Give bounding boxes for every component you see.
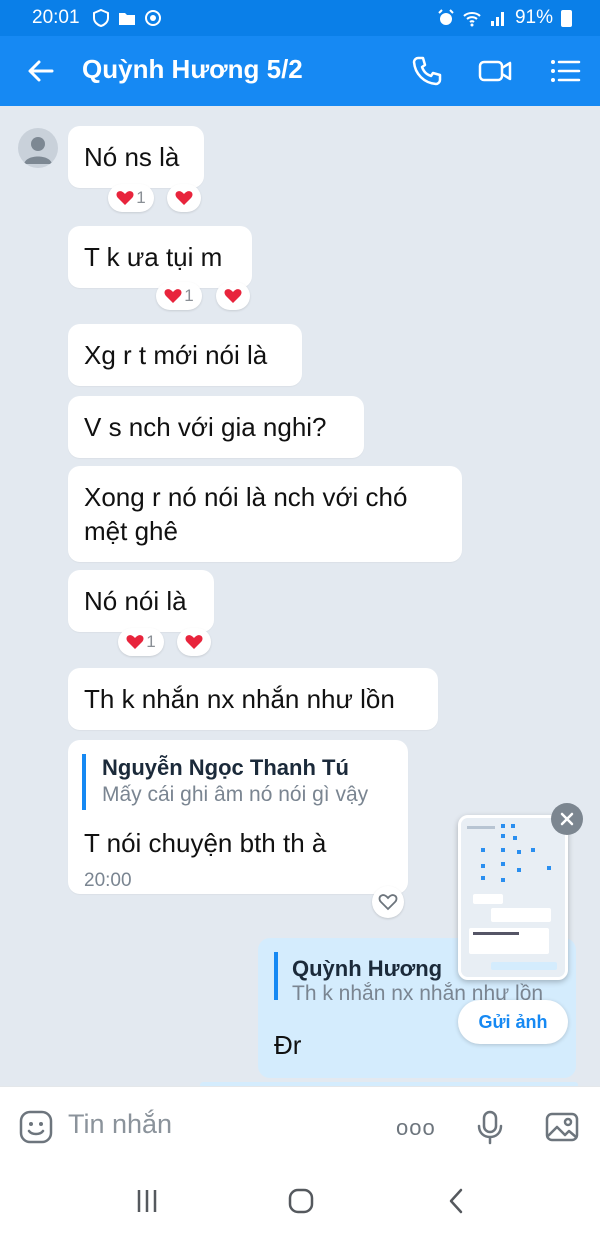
message-composer: Tin nhắn ooo — [0, 1086, 600, 1168]
send-photo-button[interactable]: Gửi ảnh — [458, 1000, 568, 1044]
screenshot-thumbnail[interactable] — [458, 815, 568, 980]
message-text: T k ưa tụi m — [84, 242, 223, 272]
message-bubble[interactable]: Th k nhắn nx nhắn như lồn — [68, 668, 438, 730]
reaction-summary[interactable]: 1 — [108, 184, 154, 212]
screenshot-preview-image — [461, 818, 565, 977]
react-button[interactable] — [177, 628, 211, 656]
contact-avatar[interactable] — [18, 128, 58, 168]
status-time: 20:01 — [32, 7, 80, 28]
wifi-icon — [463, 12, 481, 27]
system-nav-bar — [0, 1168, 600, 1233]
signal-icon — [490, 12, 504, 26]
message-text: Th k nhắn nx nhắn như lồn — [84, 684, 395, 714]
reaction-summary[interactable]: 1 — [118, 628, 164, 656]
quote-author: Quỳnh Hương — [292, 956, 443, 981]
quote-author: Nguyễn Ngọc Thanh Tú — [102, 755, 349, 780]
heart-outline-icon — [378, 894, 398, 911]
image-gallery-icon[interactable] — [544, 1109, 580, 1145]
reaction-count: 1 — [136, 188, 146, 207]
message-text: Nó ns là — [84, 142, 180, 172]
message-input[interactable]: Tin nhắn — [68, 1109, 172, 1140]
battery-percent: 91% — [514, 7, 553, 28]
message-bubble[interactable]: Xg r t mới nói là — [68, 324, 302, 386]
message-text: T nói chuyện bth th à — [84, 828, 327, 858]
message-time: 20:00 — [84, 870, 132, 891]
menu-list-icon[interactable] — [548, 54, 582, 88]
react-button[interactable] — [216, 282, 250, 310]
microphone-icon[interactable] — [472, 1109, 508, 1145]
folder-icon — [119, 13, 135, 25]
battery-icon — [561, 9, 572, 27]
data-saver-icon — [145, 10, 161, 26]
reaction-summary[interactable]: 1 — [156, 282, 202, 310]
chat-title[interactable]: Quỳnh Hương 5/2 — [82, 54, 303, 85]
message-text: Xong r nó nói là nch với chó — [84, 482, 408, 512]
more-options-button[interactable]: ooo — [396, 1115, 436, 1141]
quote-text: Mấy cái ghi âm nó nói gì vậy — [102, 783, 369, 806]
video-call-icon[interactable] — [478, 54, 512, 88]
emoji-sticker-icon[interactable] — [18, 1109, 54, 1145]
message-bubble[interactable]: T k ưa tụi m — [68, 226, 252, 288]
message-bubble[interactable]: Nó ns là — [68, 126, 204, 188]
heart-icon — [224, 289, 242, 303]
react-button[interactable] — [372, 886, 404, 918]
alarm-icon — [438, 9, 454, 25]
message-text: Xg r t mới nói là — [84, 340, 268, 370]
heart-icon — [126, 635, 144, 649]
home-icon[interactable] — [286, 1186, 316, 1216]
message-text: Nó nói là — [84, 586, 187, 616]
shield-icon — [93, 9, 109, 27]
close-icon — [560, 812, 574, 826]
react-button[interactable] — [167, 184, 201, 212]
reaction-count: 1 — [146, 632, 156, 651]
heart-icon — [164, 289, 182, 303]
message-bubble[interactable]: Nó nói là — [68, 570, 214, 632]
heart-icon — [185, 635, 203, 649]
back-arrow-icon[interactable] — [24, 54, 58, 88]
message-text: mệt ghê — [84, 516, 178, 546]
back-nav-icon[interactable] — [442, 1186, 472, 1216]
quoted-message[interactable]: Nguyễn Ngọc Thanh Tú Mấy cái ghi âm nó n… — [82, 754, 392, 810]
phone-icon[interactable] — [410, 54, 444, 88]
person-icon — [24, 137, 52, 164]
recent-apps-icon[interactable] — [132, 1186, 162, 1216]
message-text: Đr — [274, 1030, 302, 1060]
close-thumbnail-button[interactable] — [551, 803, 583, 835]
message-text: V s nch với gia nghi? — [84, 412, 327, 442]
message-bubble[interactable]: V s nch với gia nghi? — [68, 396, 364, 458]
heart-icon — [175, 191, 193, 205]
status-bar: 20:01 91% — [0, 0, 600, 36]
reaction-count: 1 — [184, 286, 194, 305]
chat-area[interactable]: Nó ns là 1 T k ưa tụi m 1 Xg r t mới nói… — [0, 106, 600, 1086]
chat-header: Quỳnh Hương 5/2 — [0, 36, 600, 106]
message-bubble[interactable]: Xong r nó nói là nch với chó mệt ghê — [68, 466, 462, 562]
heart-icon — [116, 191, 134, 205]
